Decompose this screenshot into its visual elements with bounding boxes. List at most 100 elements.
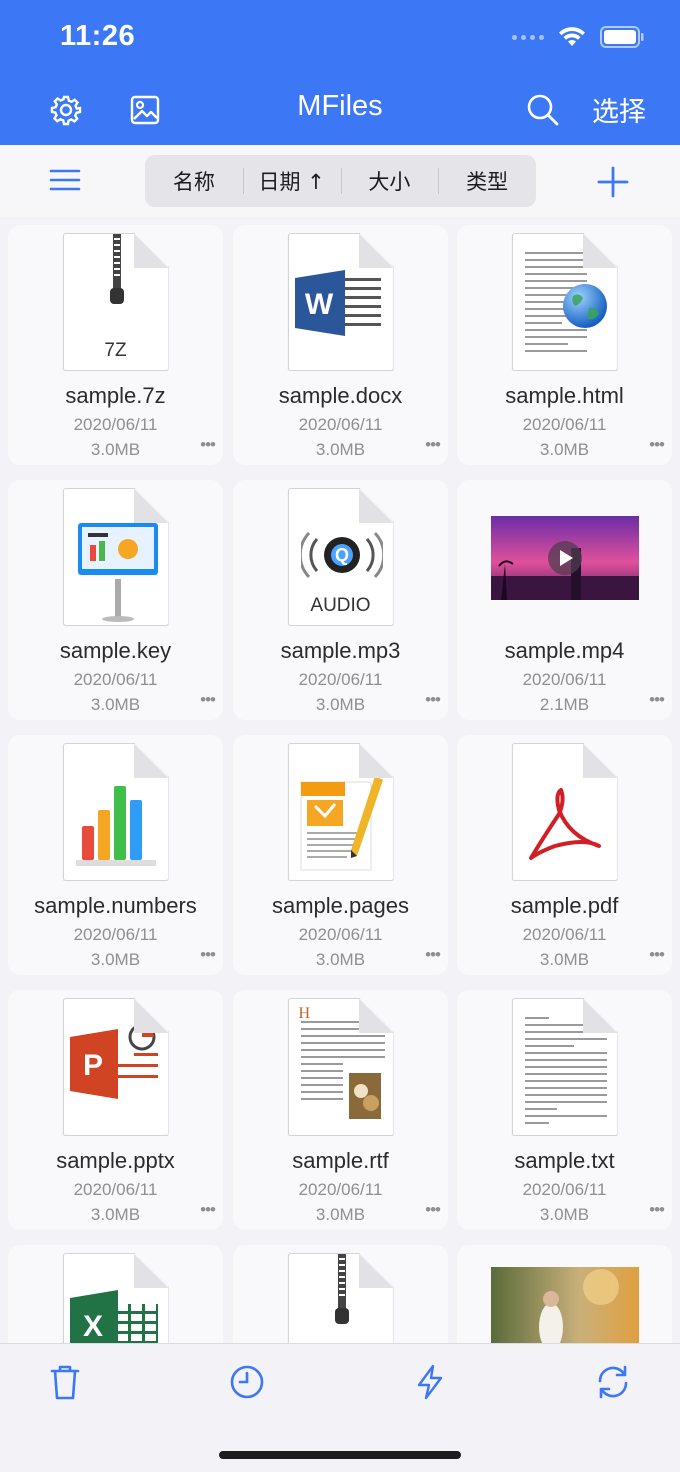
more-options-icon[interactable]: ••• xyxy=(425,435,441,455)
battery-icon xyxy=(600,26,644,48)
file-size: 3.0MB xyxy=(315,695,366,714)
sort-by-name[interactable]: 名称 xyxy=(145,166,243,196)
file-size: 3.0MB xyxy=(315,1205,366,1224)
file-name: sample.rtf xyxy=(292,1148,389,1173)
more-options-icon[interactable]: ••• xyxy=(200,435,216,455)
file-grid: 7Z sample.7z 2020/06/11 3.0MB ••• W samp… xyxy=(0,217,680,1343)
sort-by-size[interactable]: 大小 xyxy=(340,166,439,196)
more-options-icon[interactable]: ••• xyxy=(200,690,216,710)
file-name: sample.numbers xyxy=(34,893,197,918)
file-name: sample.txt xyxy=(514,1148,615,1173)
file-card-rtf[interactable]: H sample.rtf 2020/06/11 3.0MB ••• xyxy=(233,990,448,1230)
file-date: 2020/06/11 xyxy=(298,415,383,434)
sort-by-date[interactable]: 日期 ↑ xyxy=(242,166,341,196)
file-card-pptx[interactable]: P sample.pptx 2020/06/11 3.0MB ••• xyxy=(8,990,223,1230)
file-size: 3.0MB xyxy=(539,440,590,459)
more-options-icon[interactable]: ••• xyxy=(200,1200,216,1220)
file-card-txt[interactable]: sample.txt 2020/06/11 3.0MB ••• xyxy=(457,990,672,1230)
file-size: 3.0MB xyxy=(539,1205,590,1224)
more-options-icon[interactable]: ••• xyxy=(649,435,665,455)
pdf-icon xyxy=(511,743,618,881)
more-options-icon[interactable]: ••• xyxy=(425,1200,441,1220)
sort-bar: 名称 日期 ↑ 大小 类型 xyxy=(0,145,680,217)
file-size: 3.0MB xyxy=(90,950,141,969)
file-card-7z[interactable]: 7Z sample.7z 2020/06/11 3.0MB ••• xyxy=(8,225,223,465)
bottom-toolbar xyxy=(0,1343,680,1472)
zip-icon xyxy=(287,1253,394,1343)
app-title: MFiles xyxy=(297,90,383,122)
file-name: sample.pdf xyxy=(510,893,619,918)
history-clock-icon[interactable] xyxy=(227,1362,267,1402)
file-size: 3.0MB xyxy=(315,440,366,459)
cellular-signal-icon xyxy=(512,34,544,40)
file-card-mp3[interactable]: Q AUDIO sample.mp3 2020/06/11 3.0MB ••• xyxy=(233,480,448,720)
file-card-mp4[interactable]: sample.mp4 2020/06/11 2.1MB ••• xyxy=(457,480,672,720)
file-date: 2020/06/11 xyxy=(73,925,158,944)
select-button[interactable]: 选择 xyxy=(592,90,646,129)
file-type-label: AUDIO xyxy=(310,595,371,616)
pages-icon xyxy=(287,743,394,881)
rtf-doc-icon: H xyxy=(287,998,394,1136)
svg-text:Q: Q xyxy=(334,545,348,565)
file-date: 2020/06/11 xyxy=(522,1180,607,1199)
lightning-icon[interactable] xyxy=(410,1362,450,1402)
file-card-numbers[interactable]: sample.numbers 2020/06/11 3.0MB ••• xyxy=(8,735,223,975)
file-date: 2020/06/11 xyxy=(522,925,607,944)
trash-icon[interactable] xyxy=(45,1362,85,1402)
file-card-image[interactable] xyxy=(457,1245,672,1343)
file-name: sample.key xyxy=(59,638,172,663)
file-name: sample.html xyxy=(505,383,624,408)
more-options-icon[interactable]: ••• xyxy=(649,945,665,965)
top-header: 11:26 MFiles 选择 xyxy=(0,0,680,145)
numbers-icon xyxy=(62,743,169,881)
file-size: 3.0MB xyxy=(90,695,141,714)
file-date: 2020/06/11 xyxy=(522,670,607,689)
keynote-icon xyxy=(62,488,169,626)
file-card-html[interactable]: sample.html 2020/06/11 3.0MB ••• xyxy=(457,225,672,465)
status-time: 11:26 xyxy=(60,20,136,52)
powerpoint-icon: P xyxy=(62,998,169,1136)
file-date: 2020/06/11 xyxy=(522,415,607,434)
file-card-zip[interactable] xyxy=(233,1245,448,1343)
refresh-sync-icon[interactable] xyxy=(593,1362,633,1402)
file-date: 2020/06/11 xyxy=(73,1180,158,1199)
image-thumbnail xyxy=(490,1267,639,1343)
more-options-icon[interactable]: ••• xyxy=(425,945,441,965)
file-name: sample.pptx xyxy=(56,1148,175,1173)
file-card-pdf[interactable]: sample.pdf 2020/06/11 3.0MB ••• xyxy=(457,735,672,975)
svg-text:P: P xyxy=(82,1049,102,1082)
menu-list-icon[interactable] xyxy=(48,165,84,197)
file-card-docx[interactable]: W sample.docx 2020/06/11 3.0MB ••• xyxy=(233,225,448,465)
file-size: 3.0MB xyxy=(90,1205,141,1224)
audio-icon: Q AUDIO xyxy=(287,488,394,626)
file-name: sample.7z xyxy=(65,383,166,408)
file-card-xlsx[interactable]: X xyxy=(8,1245,223,1343)
file-date: 2020/06/11 xyxy=(298,925,383,944)
more-options-icon[interactable]: ••• xyxy=(425,690,441,710)
add-plus-icon[interactable] xyxy=(596,165,630,199)
file-date: 2020/06/11 xyxy=(298,1180,383,1199)
word-doc-icon: W xyxy=(287,233,394,371)
nav-bar: MFiles 选择 xyxy=(0,70,680,145)
search-icon[interactable] xyxy=(523,90,563,130)
file-size: 3.0MB xyxy=(315,950,366,969)
svg-text:W: W xyxy=(304,288,333,321)
file-name: sample.mp3 xyxy=(280,638,401,663)
excel-icon: X xyxy=(62,1253,169,1343)
status-bar: 11:26 xyxy=(0,0,680,70)
home-indicator xyxy=(219,1451,461,1459)
svg-text:X: X xyxy=(82,1310,102,1343)
more-options-icon[interactable]: ••• xyxy=(649,690,665,710)
more-options-icon[interactable]: ••• xyxy=(200,945,216,965)
file-size: 3.0MB xyxy=(539,950,590,969)
file-type-label: 7Z xyxy=(104,340,127,361)
file-date: 2020/06/11 xyxy=(73,670,158,689)
file-card-pages[interactable]: sample.pages 2020/06/11 3.0MB ••• xyxy=(233,735,448,975)
sort-by-type[interactable]: 类型 xyxy=(438,166,536,196)
file-name: sample.pages xyxy=(272,893,409,918)
file-size: 2.1MB xyxy=(539,695,590,714)
more-options-icon[interactable]: ••• xyxy=(649,1200,665,1220)
file-card-key[interactable]: sample.key 2020/06/11 3.0MB ••• xyxy=(8,480,223,720)
archive-7z-icon: 7Z xyxy=(62,233,169,371)
txt-doc-icon xyxy=(511,998,618,1136)
